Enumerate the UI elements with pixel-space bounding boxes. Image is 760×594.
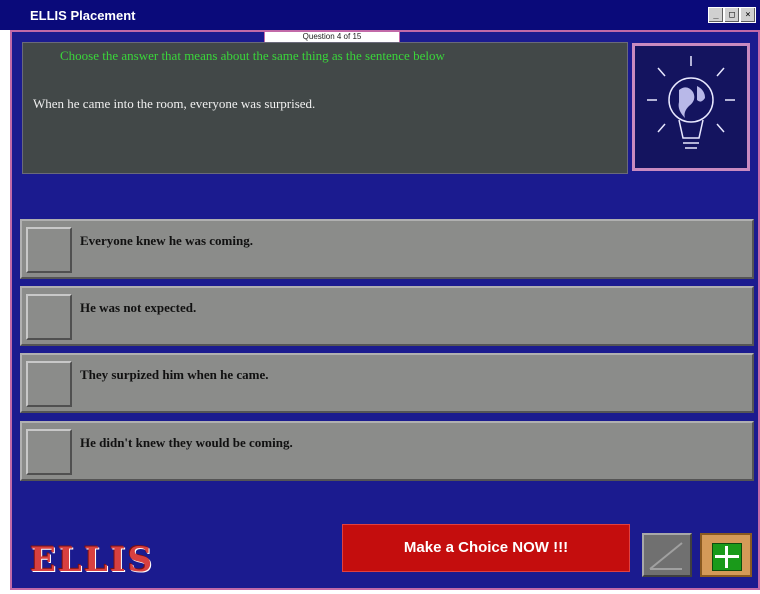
answer-option-4[interactable]: He didn't knew they would be coming.: [20, 421, 754, 481]
answer-checkbox[interactable]: [26, 227, 72, 273]
minimize-button[interactable]: _: [708, 7, 724, 23]
answer-label: He didn't knew they would be coming.: [80, 435, 293, 450]
instruction-text: Choose the answer that means about the s…: [60, 48, 445, 63]
next-arrow-icon: [649, 542, 683, 570]
answer-checkbox[interactable]: [26, 429, 72, 475]
globe-lightbulb-icon: [632, 43, 750, 171]
answer-label: Everyone knew he was coming.: [80, 233, 253, 248]
maximize-button[interactable]: □: [724, 7, 740, 23]
close-button[interactable]: ×: [740, 7, 756, 23]
answer-label: He was not expected.: [80, 300, 197, 315]
exit-icon: [712, 543, 742, 571]
window-title: ELLIS Placement: [30, 8, 136, 23]
answer-checkbox[interactable]: [26, 361, 72, 407]
title-bar: ELLIS Placement _ □ ×: [0, 0, 760, 30]
next-button[interactable]: [642, 533, 692, 577]
prompt-sentence: When he came into the room, everyone was…: [33, 96, 316, 111]
answer-option-3[interactable]: They surpized him when he came.: [20, 353, 754, 413]
window-controls: _ □ ×: [708, 7, 756, 23]
answer-option-1[interactable]: Everyone knew he was coming.: [20, 219, 754, 279]
answer-checkbox[interactable]: [26, 294, 72, 340]
ellis-logo: ELLIS: [30, 540, 155, 580]
make-choice-banner: Make a Choice NOW !!!: [342, 524, 630, 572]
answer-label: They surpized him when he came.: [80, 367, 269, 382]
exit-button[interactable]: [700, 533, 752, 577]
answer-option-2[interactable]: He was not expected.: [20, 286, 754, 346]
